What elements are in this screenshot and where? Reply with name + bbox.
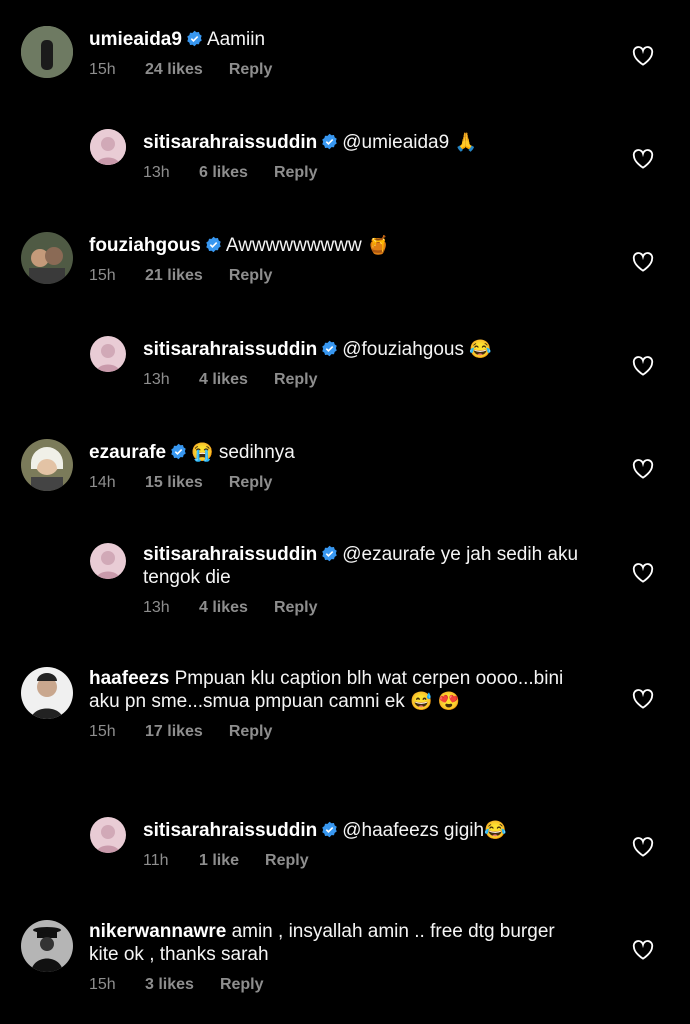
emoji: 🙏 bbox=[454, 132, 477, 152]
avatar[interactable] bbox=[21, 439, 73, 491]
heart-icon[interactable] bbox=[632, 940, 654, 960]
comment-text: sedihnya bbox=[218, 442, 295, 463]
likes-count[interactable]: 24 likes bbox=[145, 61, 203, 79]
likes-count[interactable]: 1 like bbox=[199, 852, 239, 870]
verified-badge-icon bbox=[322, 821, 337, 838]
reply-button[interactable]: Reply bbox=[265, 852, 309, 870]
timestamp: 13h bbox=[143, 599, 170, 616]
verified-badge-icon bbox=[322, 133, 337, 150]
username[interactable]: umieaida9 bbox=[89, 29, 182, 50]
emoji: 😂 bbox=[484, 820, 507, 840]
likes-count[interactable]: 4 likes bbox=[199, 371, 248, 389]
verified-badge-icon bbox=[171, 443, 186, 460]
timestamp: 11h bbox=[143, 852, 169, 869]
comment-text: Aamiin bbox=[206, 29, 266, 50]
username[interactable]: sitisarahraissuddin bbox=[143, 339, 317, 360]
avatar[interactable] bbox=[21, 667, 73, 719]
timestamp: 15h bbox=[89, 976, 116, 993]
avatar[interactable] bbox=[21, 232, 73, 284]
reply-button[interactable]: Reply bbox=[229, 61, 273, 79]
verified-badge-icon bbox=[322, 545, 337, 562]
heart-icon[interactable] bbox=[632, 689, 654, 709]
timestamp: 13h bbox=[143, 164, 170, 181]
emoji: 😭 bbox=[191, 442, 214, 462]
likes-count[interactable]: 3 likes bbox=[145, 976, 194, 994]
reply-button[interactable]: Reply bbox=[229, 267, 273, 285]
avatar[interactable] bbox=[21, 26, 73, 78]
emoji: 🍯 bbox=[367, 235, 390, 255]
heart-icon[interactable] bbox=[632, 563, 654, 583]
likes-count[interactable]: 21 likes bbox=[145, 267, 203, 285]
heart-icon[interactable] bbox=[632, 356, 654, 376]
reply-button[interactable]: Reply bbox=[229, 474, 273, 492]
reply-button[interactable]: Reply bbox=[274, 164, 318, 182]
likes-count[interactable]: 6 likes bbox=[199, 164, 248, 182]
emoji: 😂 bbox=[469, 339, 492, 359]
emoji: 😅 😍 bbox=[410, 691, 460, 711]
heart-icon[interactable] bbox=[632, 459, 654, 479]
reply-button[interactable]: Reply bbox=[220, 976, 264, 994]
username[interactable]: sitisarahraissuddin bbox=[143, 820, 317, 841]
heart-icon[interactable] bbox=[632, 252, 654, 272]
timestamp: 15h bbox=[89, 723, 116, 740]
avatar[interactable] bbox=[90, 817, 126, 853]
avatar[interactable] bbox=[21, 920, 73, 972]
timestamp: 15h bbox=[89, 61, 116, 78]
verified-badge-icon bbox=[187, 30, 202, 47]
heart-icon[interactable] bbox=[632, 837, 654, 857]
avatar[interactable] bbox=[90, 129, 126, 165]
verified-badge-icon bbox=[322, 340, 337, 357]
timestamp: 14h bbox=[89, 474, 116, 491]
comment-text: @haafeezs gigih bbox=[342, 820, 485, 841]
username[interactable]: fouziahgous bbox=[89, 235, 201, 256]
username[interactable]: sitisarahraissuddin bbox=[143, 132, 317, 153]
verified-badge-icon bbox=[206, 236, 221, 253]
likes-count[interactable]: 17 likes bbox=[145, 723, 203, 741]
reply-button[interactable]: Reply bbox=[229, 723, 273, 741]
timestamp: 15h bbox=[89, 267, 116, 284]
comment-text: Awwwwwwwww bbox=[225, 235, 362, 256]
username[interactable]: sitisarahraissuddin bbox=[143, 544, 317, 565]
heart-icon[interactable] bbox=[632, 149, 654, 169]
timestamp: 13h bbox=[143, 371, 170, 388]
username[interactable]: ezaurafe bbox=[89, 442, 166, 463]
comment-text: @umieaida9 bbox=[342, 132, 450, 153]
avatar[interactable] bbox=[90, 336, 126, 372]
likes-count[interactable]: 4 likes bbox=[199, 599, 248, 617]
reply-button[interactable]: Reply bbox=[274, 371, 318, 389]
likes-count[interactable]: 15 likes bbox=[145, 474, 203, 492]
username[interactable]: nikerwannawre bbox=[89, 921, 226, 942]
heart-icon[interactable] bbox=[632, 46, 654, 66]
username[interactable]: haafeezs bbox=[89, 668, 169, 689]
comment-text: @fouziahgous bbox=[342, 339, 464, 360]
avatar[interactable] bbox=[90, 543, 126, 579]
reply-button[interactable]: Reply bbox=[274, 599, 318, 617]
